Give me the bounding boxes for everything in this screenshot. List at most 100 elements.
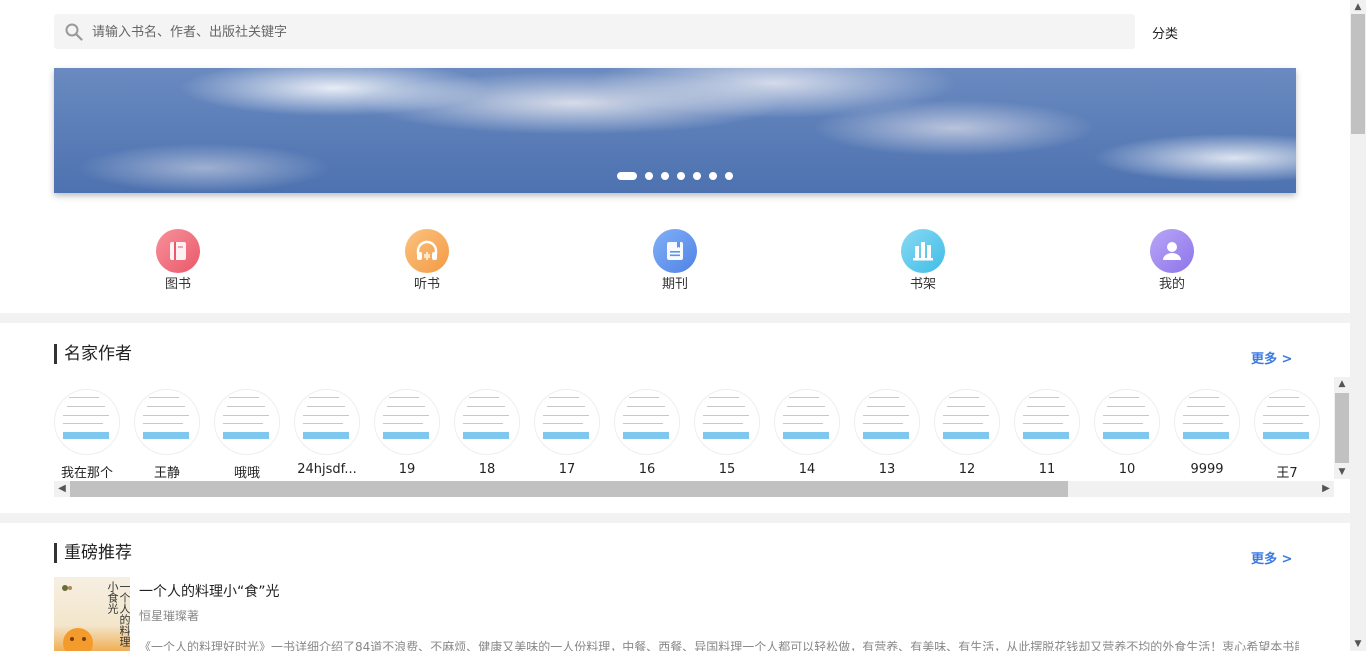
avatar <box>1014 389 1080 455</box>
nav-item-bookshelf[interactable]: 书架 <box>883 229 963 293</box>
author-list-scrollbar[interactable]: ◀ ▶ <box>54 481 1334 497</box>
author-name: 12 <box>958 462 976 477</box>
page: 分类 图书 <box>0 0 1350 651</box>
author-name: 14 <box>798 462 816 477</box>
author-name: 13 <box>878 462 896 477</box>
nav-item-journals[interactable]: 期刊 <box>635 229 715 293</box>
author-item[interactable]: 18 <box>454 389 520 477</box>
nav-item-audiobooks[interactable]: 听书 <box>387 229 467 293</box>
scrollbar-thumb[interactable] <box>1351 14 1365 134</box>
book-title[interactable]: 一个人的料理小“食”光 <box>139 581 280 601</box>
recommended-section: 重磅推荐 更多 > 一个人的料理小食光 一个人的料理小“食”光 恒星璀璨著 《一… <box>0 523 1350 651</box>
avatar <box>774 389 840 455</box>
carousel-dot[interactable] <box>645 172 653 180</box>
section-title: 重磅推荐 <box>54 543 132 563</box>
avatar <box>614 389 680 455</box>
more-recommend-link[interactable]: 更多 > <box>1251 548 1292 567</box>
avatar <box>1254 389 1320 455</box>
headphones-icon <box>405 229 449 273</box>
section-title: 名家作者 <box>54 344 132 364</box>
book-icon <box>156 229 200 273</box>
nav-item-mine[interactable]: 我的 <box>1132 229 1212 293</box>
search-icon <box>65 23 83 41</box>
author-name: 17 <box>558 462 576 477</box>
author-name: 哦哦 <box>233 466 260 479</box>
scroll-up-arrow-icon[interactable]: ▲ <box>1350 0 1366 14</box>
nav-label: 图书 <box>164 277 191 292</box>
scroll-down-arrow-icon[interactable]: ▼ <box>1334 465 1350 479</box>
avatar <box>854 389 920 455</box>
avatar <box>294 389 360 455</box>
search-bar[interactable] <box>54 14 1135 51</box>
avatar <box>54 389 120 455</box>
author-item[interactable]: 16 <box>614 389 680 477</box>
avatar <box>534 389 600 455</box>
author-item[interactable]: 9999 <box>1174 389 1240 477</box>
nav-label: 听书 <box>413 277 440 292</box>
nav-label: 期刊 <box>661 277 688 292</box>
scroll-down-arrow-icon[interactable]: ▼ <box>1350 637 1366 651</box>
author-list-vertical-scrollbar[interactable]: ▲ ▼ <box>1334 377 1350 479</box>
journal-icon <box>653 229 697 273</box>
category-link[interactable]: 分类 <box>1152 23 1178 42</box>
author-name: 10 <box>1118 462 1136 477</box>
author-name: 我在那个 <box>60 466 113 479</box>
user-icon <box>1150 229 1194 273</box>
scrollbar-thumb[interactable] <box>70 481 1068 497</box>
page-scrollbar[interactable]: ▲ ▼ <box>1350 0 1366 651</box>
carousel-dot[interactable] <box>661 172 669 180</box>
author-name: 王7 <box>1276 466 1298 479</box>
avatar <box>454 389 520 455</box>
avatar <box>374 389 440 455</box>
book-author: 恒星璀璨著 <box>139 609 200 623</box>
author-name: 王静 <box>153 466 180 479</box>
author-name: 24hjsdf... <box>297 462 357 477</box>
author-item[interactable]: 13 <box>854 389 920 477</box>
nav-item-books[interactable]: 图书 <box>138 229 218 293</box>
author-name: 19 <box>398 462 416 477</box>
nav-label: 我的 <box>1158 277 1185 292</box>
carousel-dot[interactable] <box>709 172 717 180</box>
author-item[interactable]: 15 <box>694 389 760 477</box>
avatar <box>934 389 1000 455</box>
avatar <box>134 389 200 455</box>
author-item[interactable]: 王7 <box>1254 389 1320 479</box>
author-item[interactable]: 王静 <box>134 389 200 479</box>
author-name: 15 <box>718 462 736 477</box>
scrollbar-thumb[interactable] <box>1335 393 1349 463</box>
bookshelf-icon <box>901 229 945 273</box>
author-item[interactable]: 24hjsdf... <box>294 389 360 477</box>
cover-title-text: 一个人的料理小食光 <box>106 581 130 647</box>
author-item[interactable]: 10 <box>1094 389 1160 477</box>
more-authors-link[interactable]: 更多 > <box>1251 348 1292 367</box>
book-cover[interactable]: 一个人的料理小食光 <box>54 577 130 651</box>
author-item[interactable]: 哦哦 <box>214 389 280 479</box>
author-name: 16 <box>638 462 656 477</box>
author-item[interactable]: 17 <box>534 389 600 477</box>
cover-illustration-icon <box>63 628 93 651</box>
book-description: 《一个人的料理好时光》一书详细介绍了84道不浪费、不麻烦、健康又美味的一人份料理… <box>139 640 1299 651</box>
nav-label: 书架 <box>909 277 936 292</box>
carousel-dot[interactable] <box>617 172 637 180</box>
avatar <box>1174 389 1240 455</box>
carousel-dot[interactable] <box>725 172 733 180</box>
scroll-up-arrow-icon[interactable]: ▲ <box>1334 377 1350 391</box>
author-item[interactable]: 12 <box>934 389 1000 477</box>
banner-carousel[interactable] <box>54 68 1296 193</box>
scroll-right-arrow-icon[interactable]: ▶ <box>1318 481 1334 497</box>
carousel-dot[interactable] <box>693 172 701 180</box>
author-item[interactable]: 11 <box>1014 389 1080 477</box>
author-name: 11 <box>1038 462 1056 477</box>
search-input[interactable] <box>90 14 1124 51</box>
author-item[interactable]: 19 <box>374 389 440 477</box>
avatar <box>694 389 760 455</box>
top-area: 分类 图书 <box>0 0 1350 313</box>
avatar <box>214 389 280 455</box>
author-item[interactable]: 14 <box>774 389 840 477</box>
author-name: 9999 <box>1190 462 1224 477</box>
scroll-left-arrow-icon[interactable]: ◀ <box>54 481 70 497</box>
author-list: 我在那个 王静 哦哦 24hjsdf... 19 18 17 16 15 14 … <box>54 389 1350 479</box>
author-item[interactable]: 我在那个 <box>54 389 120 479</box>
avatar <box>1094 389 1160 455</box>
carousel-dot[interactable] <box>677 172 685 180</box>
